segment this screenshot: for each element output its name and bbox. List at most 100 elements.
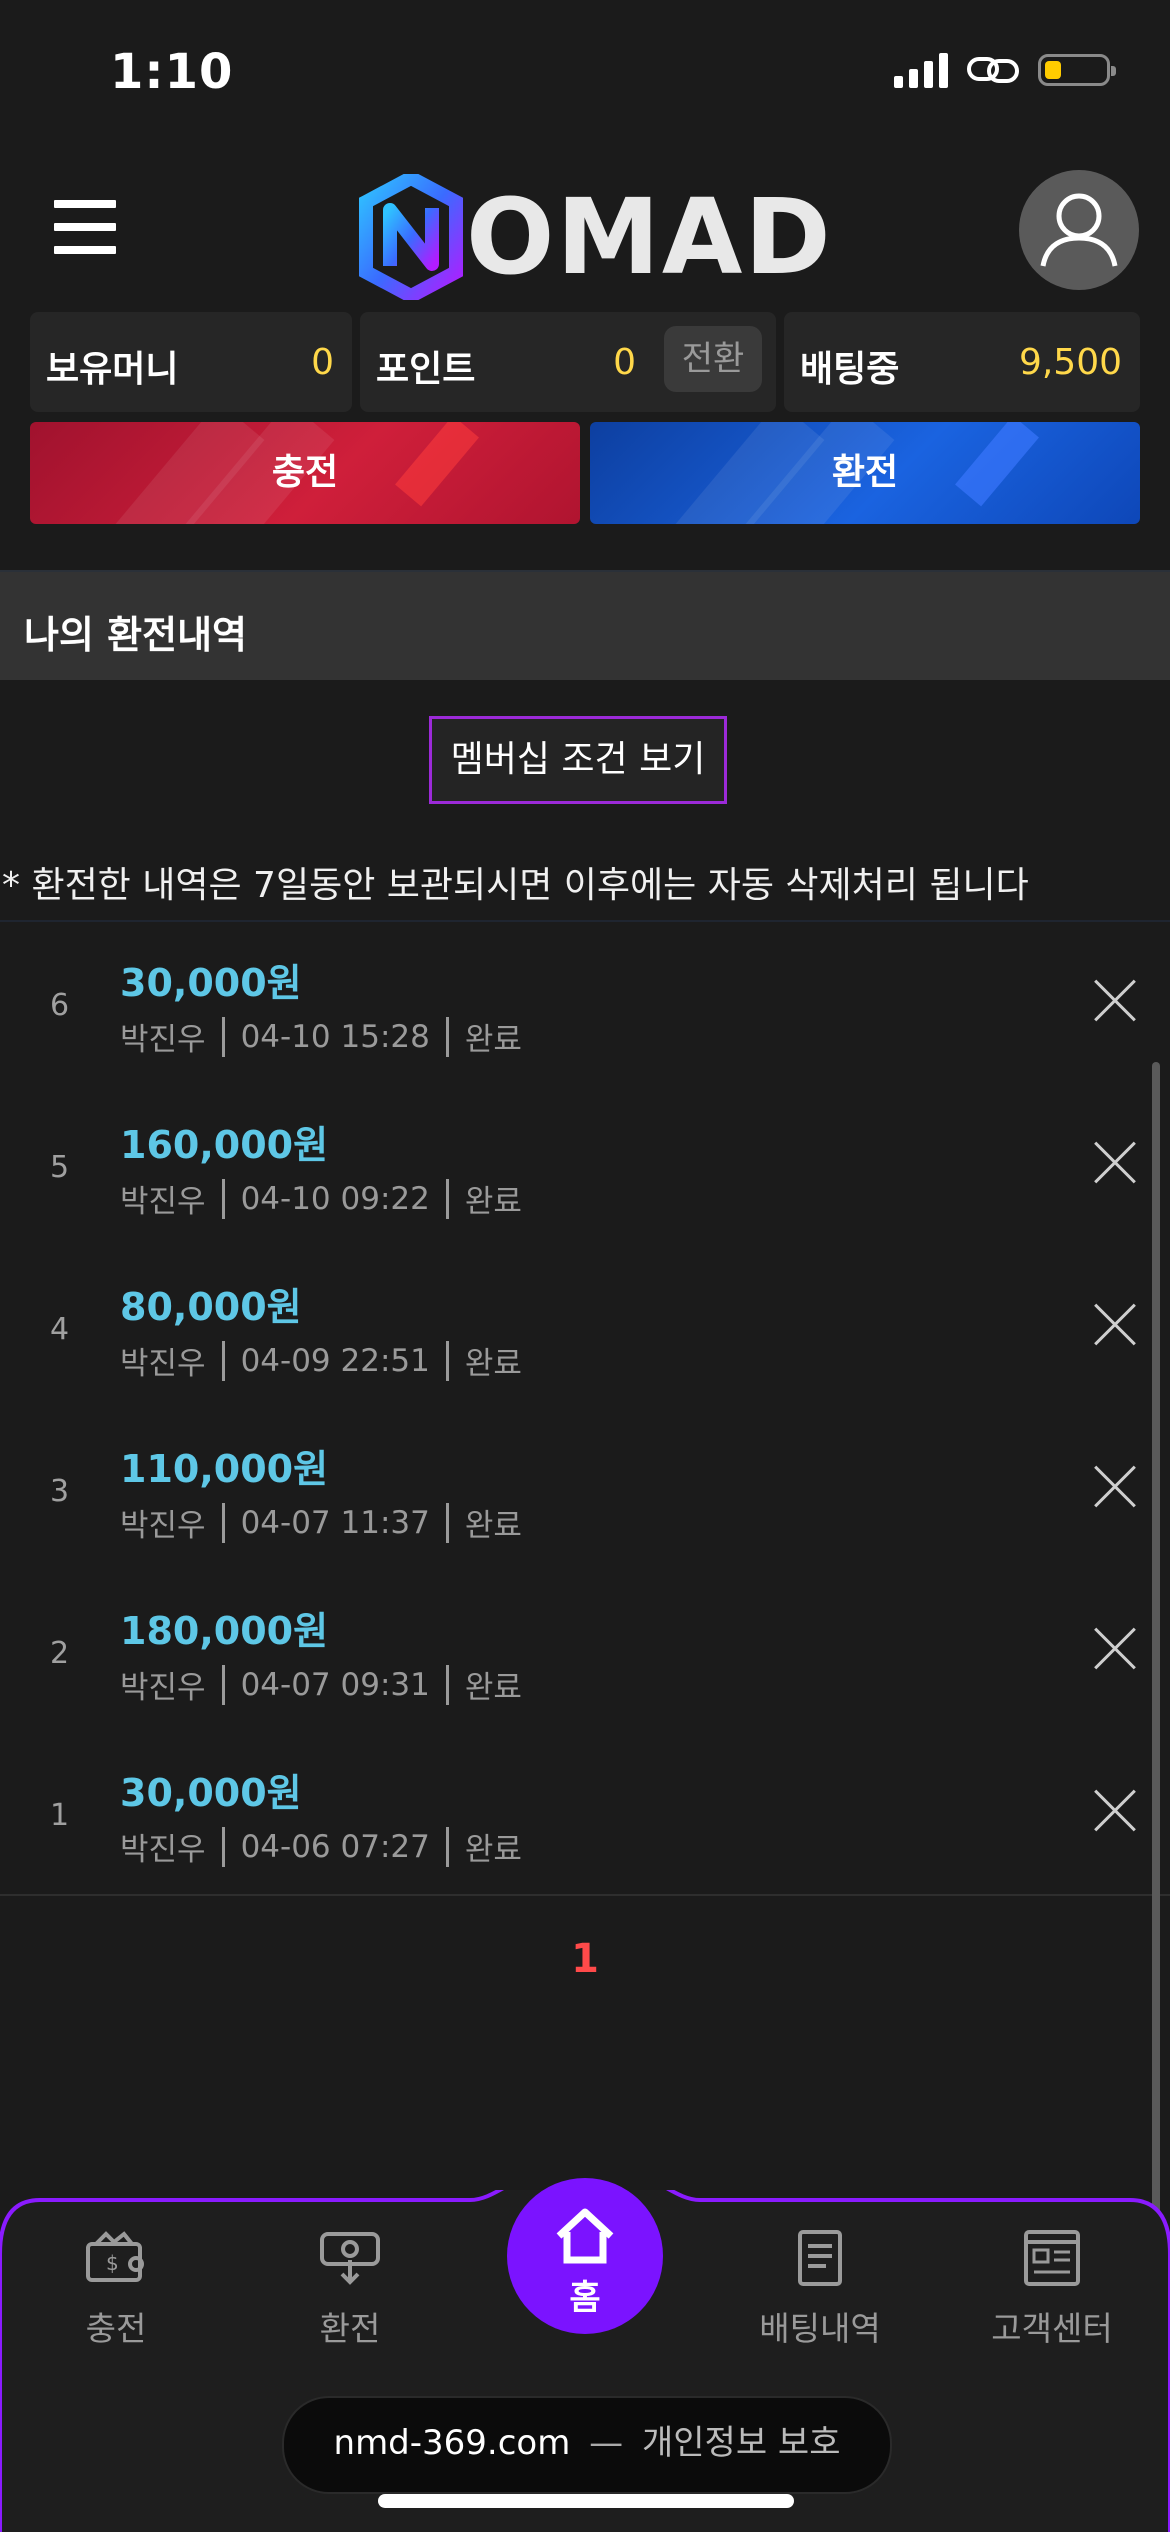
row-amount: 30,000원 <box>120 1771 302 1815</box>
nav-withdraw-label: 환전 <box>319 2309 381 2348</box>
delete-icon[interactable] <box>1094 1790 1136 1832</box>
row-status: 완료 <box>464 1184 522 1220</box>
app-header: OMAD <box>0 150 1170 300</box>
row-meta: 박진우 04-10 09:22 완료 <box>120 1176 522 1221</box>
wallet-icon: $ <box>86 2231 144 2282</box>
row-amount: 110,000원 <box>120 1447 329 1491</box>
row-index: 2 <box>50 1636 70 1671</box>
row-meta: 박진우 04-10 15:28 완료 <box>120 1014 522 1059</box>
user-icon[interactable] <box>1019 170 1139 290</box>
url-separator: — <box>589 2423 624 2463</box>
holding-money-card: 보유머니 0 <box>30 312 352 412</box>
delete-icon[interactable] <box>1094 980 1136 1022</box>
nav-support-label: 고객센터 <box>991 2309 1113 2348</box>
nav-home-button[interactable]: 홈 <box>507 2178 663 2334</box>
row-meta: 박진우 04-07 09:31 완료 <box>120 1662 522 1707</box>
logo-text: OMAD <box>466 176 833 298</box>
row-status: 완료 <box>464 1670 522 1706</box>
url-privacy-label: 개인정보 보호 <box>641 2423 841 2463</box>
row-datetime: 04-09 22:51 <box>240 1342 430 1379</box>
row-index: 3 <box>50 1474 70 1509</box>
delete-icon[interactable] <box>1094 1466 1136 1508</box>
delete-icon[interactable] <box>1094 1142 1136 1184</box>
row-datetime: 04-06 07:27 <box>240 1828 430 1865</box>
row-index: 5 <box>50 1150 70 1185</box>
row-name: 박진우 <box>120 1022 206 1058</box>
row-status: 완료 <box>464 1022 522 1058</box>
row-amount: 160,000원 <box>120 1123 329 1167</box>
home-indicator[interactable] <box>378 2494 794 2508</box>
betting-card: 배팅중 9,500 <box>784 312 1140 412</box>
balance-summary: 보유머니 0 포인트 0 전환 배팅중 9,500 <box>30 312 1140 412</box>
newspaper-icon <box>1024 2230 1080 2286</box>
divider <box>0 1894 1170 1896</box>
row-datetime: 04-07 09:31 <box>240 1666 430 1703</box>
deposit-button[interactable]: 충전 <box>30 422 580 524</box>
history-row: 3 110,000원 박진우 04-07 11:37 완료 <box>0 1408 1170 1570</box>
row-name: 박진우 <box>120 1346 206 1382</box>
history-row: 6 30,000원 박진우 04-10 15:28 완료 <box>0 922 1170 1084</box>
nav-withdraw[interactable]: 환전 <box>270 2230 430 2350</box>
row-name: 박진우 <box>120 1184 206 1220</box>
status-time: 1:10 <box>110 44 234 100</box>
row-datetime: 04-10 09:22 <box>240 1180 430 1217</box>
scrollbar[interactable] <box>1152 1062 1160 2378</box>
hamburger-menu-icon[interactable] <box>54 200 116 254</box>
nav-deposit-label: 충전 <box>85 2309 147 2348</box>
row-amount: 30,000원 <box>120 961 302 1005</box>
row-meta: 박진우 04-06 07:27 완료 <box>120 1824 522 1869</box>
battery-icon <box>1038 54 1116 86</box>
home-icon <box>556 2208 614 2264</box>
nav-betting-history-label: 배팅내역 <box>759 2309 881 2348</box>
row-name: 박진우 <box>120 1670 206 1706</box>
section-header: 나의 환전내역 <box>0 570 1170 680</box>
withdraw-icon <box>320 2232 380 2285</box>
row-meta: 박진우 04-09 22:51 완료 <box>120 1338 522 1383</box>
row-name: 박진우 <box>120 1508 206 1544</box>
points-label: 포인트 <box>376 349 476 390</box>
row-status: 완료 <box>464 1346 522 1382</box>
row-datetime: 04-07 11:37 <box>240 1504 430 1541</box>
row-index: 6 <box>50 988 70 1023</box>
nav-home-label: 홈 <box>569 2278 601 2318</box>
pagination-current-page[interactable]: 1 <box>0 1936 1170 1982</box>
points-card: 포인트 0 전환 <box>360 312 776 412</box>
convert-points-button[interactable]: 전환 <box>664 326 762 392</box>
row-status: 완료 <box>464 1832 522 1868</box>
url-host: nmd-369.com <box>333 2423 571 2463</box>
retention-notice: * 환전한 내역은 7일동안 보관되시면 이후에는 자동 삭제처리 됩니다 <box>2 865 1029 906</box>
status-bar: 1:10 <box>0 0 1170 150</box>
withdraw-label: 환전 <box>831 452 899 493</box>
page-title: 나의 환전내역 <box>24 613 247 657</box>
document-icon <box>798 2230 842 2286</box>
points-value: 0 <box>613 342 636 383</box>
row-status: 완료 <box>464 1508 522 1544</box>
delete-icon[interactable] <box>1094 1304 1136 1346</box>
nav-betting-history[interactable]: 배팅내역 <box>740 2230 900 2350</box>
browser-url-bar[interactable]: nmd-369.com — 개인정보 보호 <box>282 2396 892 2494</box>
status-icons <box>894 52 1116 88</box>
delete-icon[interactable] <box>1094 1628 1136 1670</box>
nomad-logo[interactable]: OMAD <box>356 174 831 300</box>
history-row: 5 160,000원 박진우 04-10 09:22 완료 <box>0 1084 1170 1246</box>
history-row: 2 180,000원 박진우 04-07 09:31 완료 <box>0 1570 1170 1732</box>
withdrawal-history-list: 6 30,000원 박진우 04-10 15:28 완료 5 160,000원 … <box>0 922 1170 1894</box>
row-amount: 180,000원 <box>120 1609 329 1653</box>
nomad-logo-mark <box>359 174 463 300</box>
withdraw-button[interactable]: 환전 <box>590 422 1140 524</box>
row-meta: 박진우 04-07 11:37 완료 <box>120 1500 522 1545</box>
row-index: 4 <box>50 1312 70 1347</box>
betting-label: 배팅중 <box>800 349 900 390</box>
cellular-signal-icon <box>894 52 948 88</box>
deposit-label: 충전 <box>271 452 339 493</box>
betting-value: 9,500 <box>1018 342 1122 383</box>
nav-deposit[interactable]: $ 충전 <box>36 2230 196 2350</box>
link-icon <box>967 57 1019 83</box>
nav-support[interactable]: 고객센터 <box>972 2230 1132 2350</box>
row-index: 1 <box>50 1798 70 1833</box>
history-row: 1 30,000원 박진우 04-06 07:27 완료 <box>0 1732 1170 1894</box>
membership-conditions-button[interactable]: 멤버십 조건 보기 <box>429 716 727 804</box>
holding-money-value: 0 <box>311 342 334 383</box>
row-datetime: 04-10 15:28 <box>240 1018 430 1055</box>
holding-money-label: 보유머니 <box>46 349 179 390</box>
